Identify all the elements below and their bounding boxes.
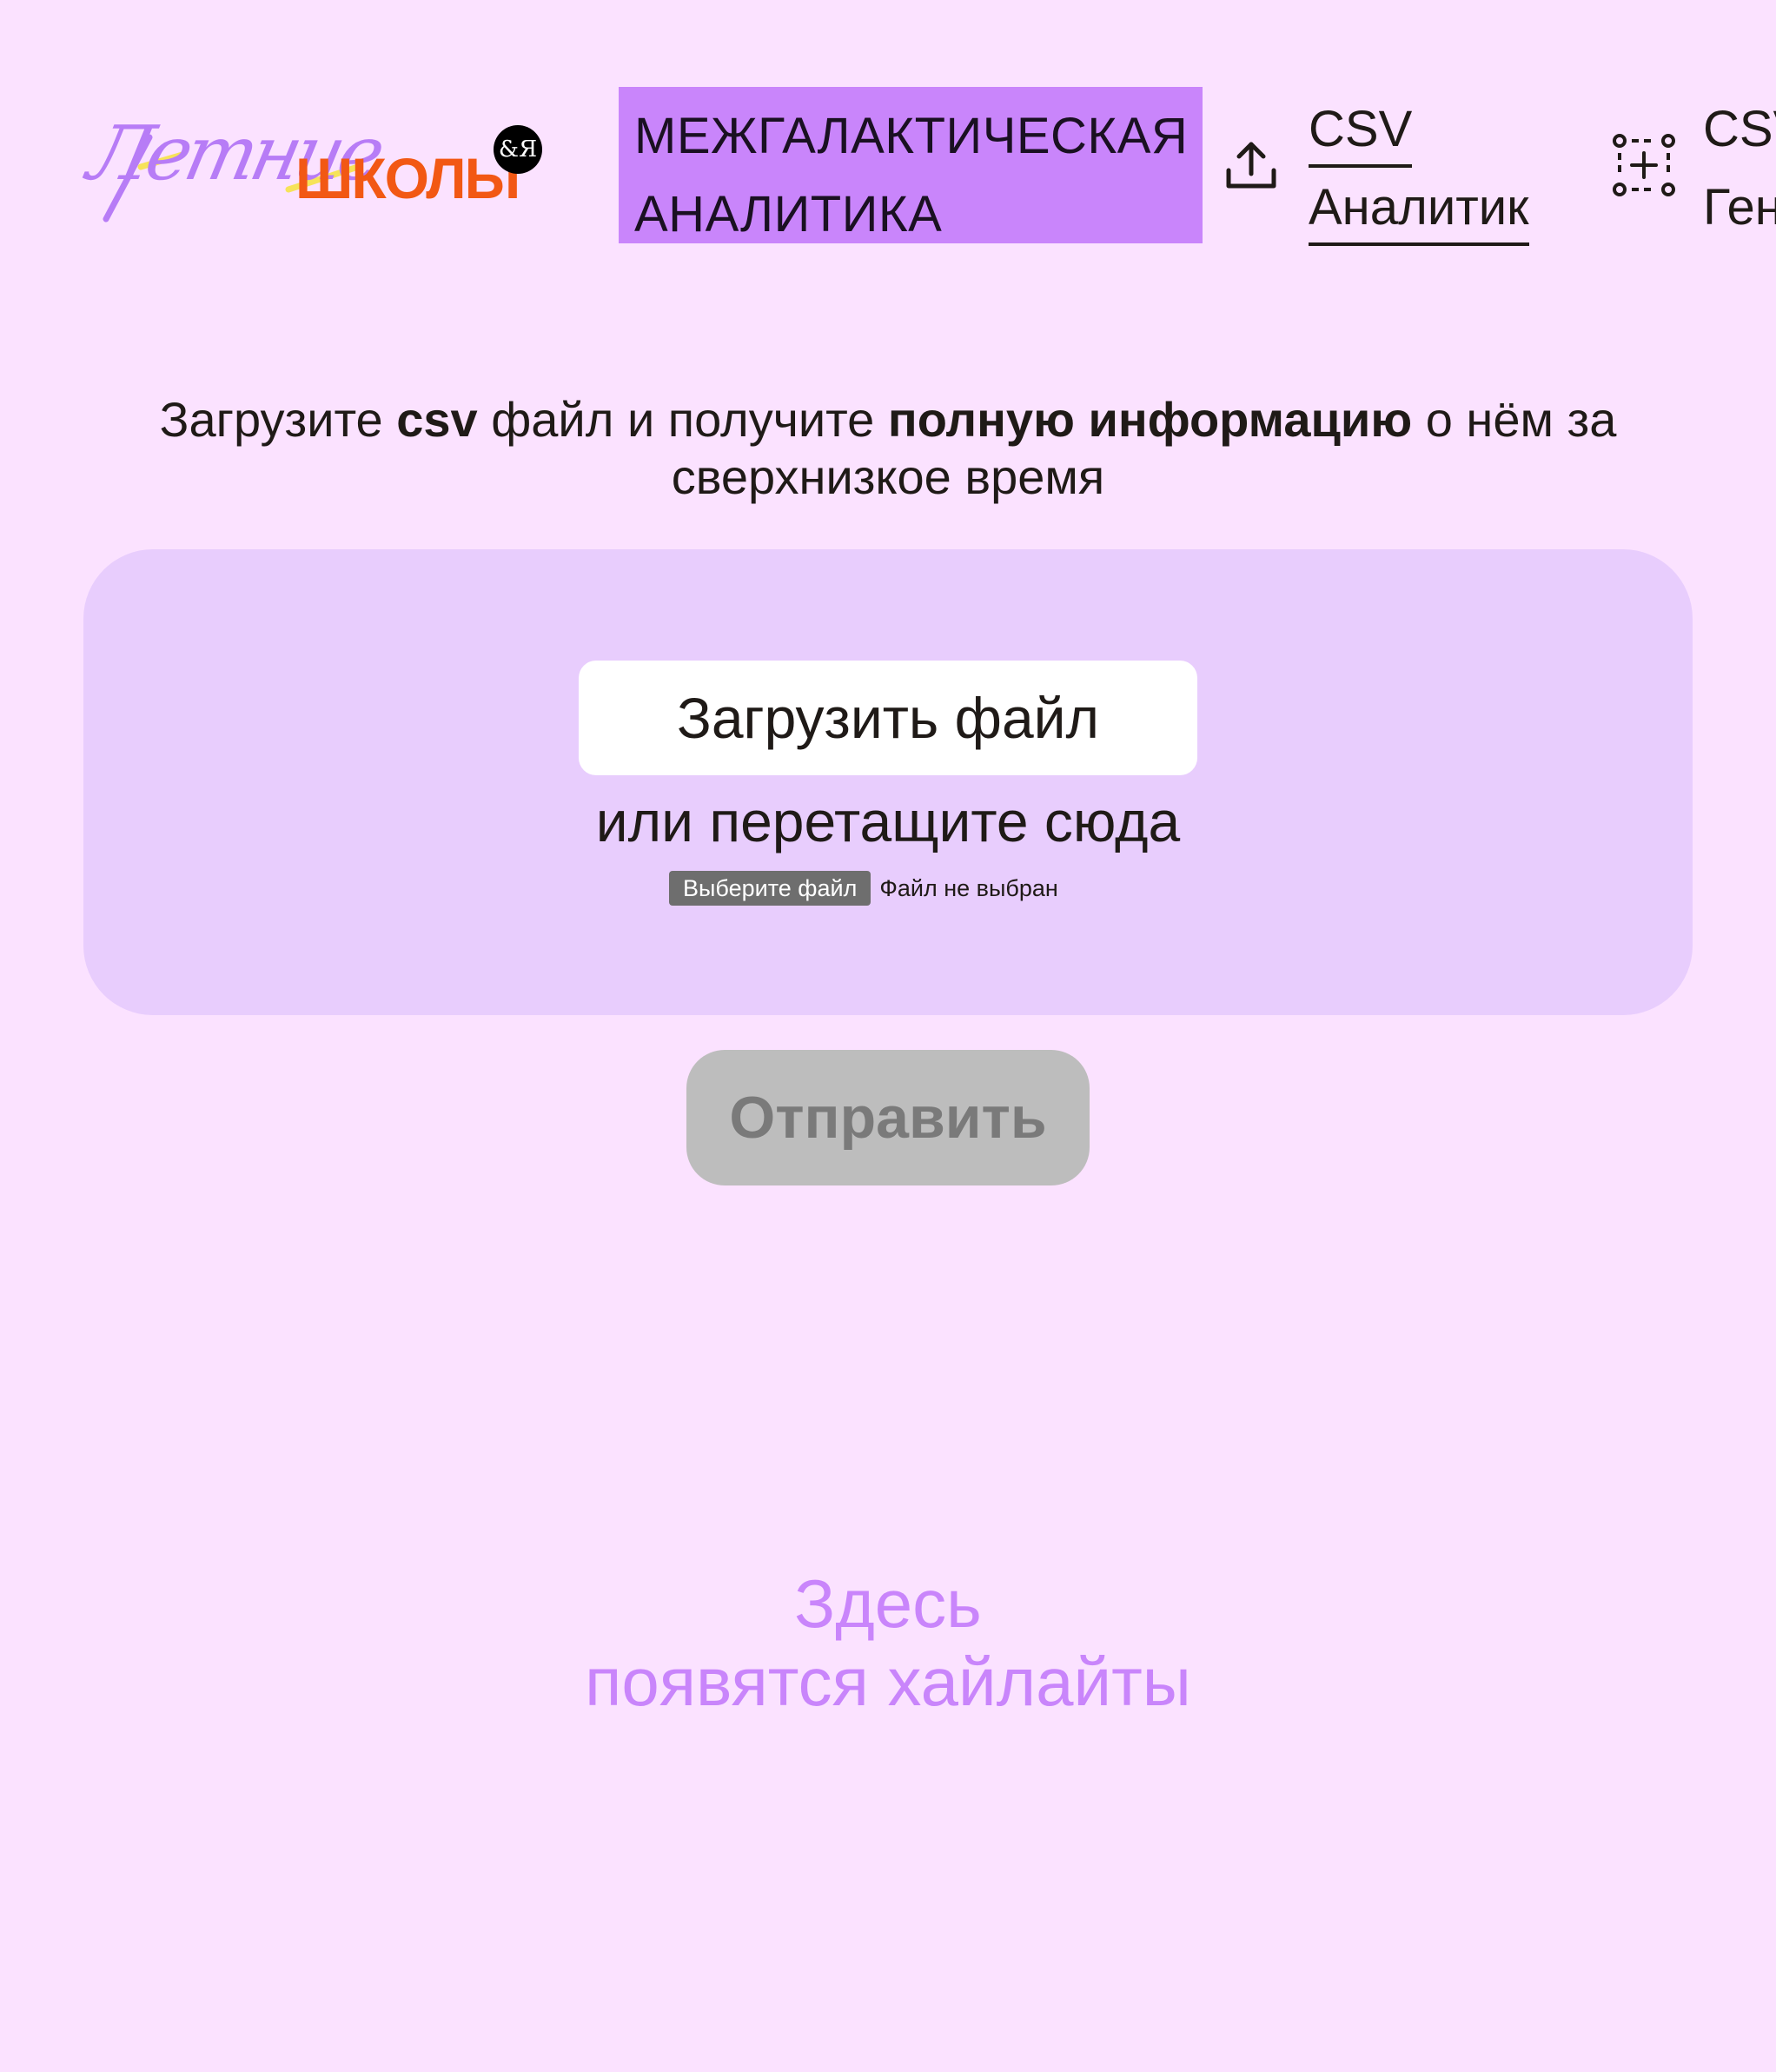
submit-button[interactable]: Отправить [686,1050,1090,1185]
add-selection-icon [1613,134,1675,196]
drop-hint-text: или перетащите сюда [595,789,1181,853]
file-input[interactable]: Выберите файл Файл не выбран [669,871,1058,909]
choose-file-button[interactable]: Выберите файл [669,871,871,906]
nav-label-csv-generator[interactable]: CSV Генератор [1703,90,1776,247]
header: Летние ШКОЛЫ &Я МЕЖГАЛАКТИЧЕСКАЯ АНАЛИТИ… [0,0,1776,261]
placeholder-line2: появятся хайлайты [585,1644,1191,1720]
brand-title-line2: АНАЛИТИКА [634,186,943,242]
intro-bold2: полную информацию [887,392,1413,447]
brand-title[interactable]: МЕЖГАЛАКТИЧЕСКАЯ АНАЛИТИКА [619,87,1203,243]
logo[interactable]: Летние ШКОЛЫ &Я [81,110,542,222]
logo-badge: &Я [494,125,542,174]
nav-label-csv-analyst[interactable]: CSV Аналитик [1309,90,1529,247]
brand-title-line1: МЕЖГАЛАКТИЧЕСКАЯ [634,108,1189,164]
nav-label-line1: CSV [1309,95,1413,168]
intro-bold1: csv [396,392,478,447]
highlights-placeholder: Здесь появятся хайлайты [0,1564,1776,1721]
upload-file-button[interactable]: Загрузить файл [579,661,1197,775]
upload-icon [1226,142,1276,189]
nav-label-line1: CSV [1703,101,1776,157]
logo-bold-text: ШКОЛЫ [295,146,520,210]
file-dropzone[interactable]: Загрузить файл или перетащите сюда Выбер… [83,549,1693,1015]
intro-part2: файл и получите [477,392,888,447]
nav-label-line2: Аналитик [1309,173,1529,246]
placeholder-line1: Здесь [794,1565,982,1642]
intro-part1: Загрузите [159,392,397,447]
file-status-text: Файл не выбран [879,874,1058,901]
nav-item-csv-analyst[interactable]: CSV Аналитик [1223,90,1554,247]
intro-text: Загрузите csv файл и получите полную инф… [87,391,1689,506]
nav-label-line2: Генератор [1703,179,1776,236]
nav-item-csv-generator[interactable]: CSV Генератор [1611,90,1776,247]
